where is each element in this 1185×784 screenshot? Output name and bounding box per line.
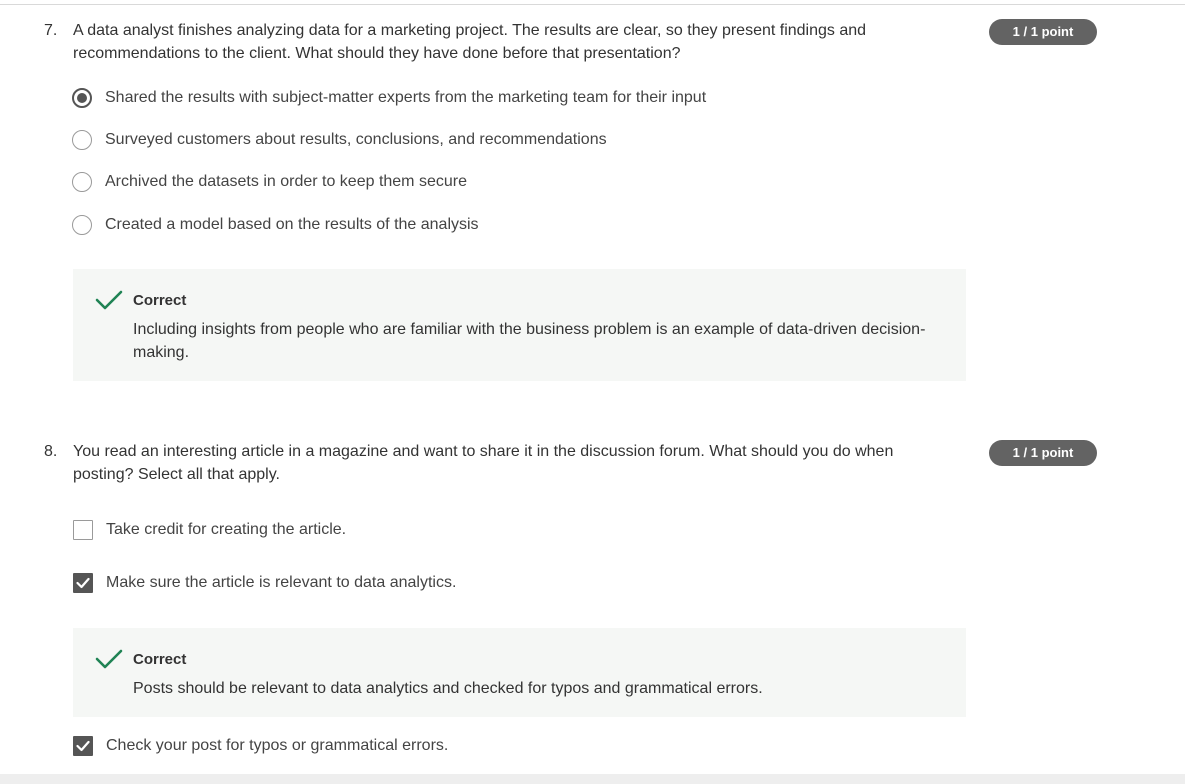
q8-option-2[interactable]: Make sure the article is relevant to dat… [73, 571, 456, 595]
question-8-points-badge: 1 / 1 point [989, 440, 1097, 466]
q8-feedback-title: Correct [133, 651, 187, 668]
question-8-text: You read an interesting article in a mag… [73, 443, 894, 483]
q7-option-2-label: Surveyed customers about results, conclu… [105, 131, 607, 148]
checkbox-checked-icon[interactable] [73, 573, 93, 593]
question-7-text: A data analyst finishes analyzing data f… [73, 22, 867, 62]
q7-option-3[interactable]: Archived the datasets in order to keep t… [72, 170, 467, 194]
question-7-number: 7. [44, 22, 58, 39]
q8-option-1-label: Take credit for creating the article. [106, 521, 347, 538]
radio-icon[interactable] [72, 130, 92, 150]
q8-feedback-panel: Correct Posts should be relevant to data… [73, 628, 966, 717]
q7-option-3-label: Archived the datasets in order to keep t… [105, 173, 467, 190]
radio-icon[interactable] [72, 172, 92, 192]
checkbox-icon[interactable] [73, 520, 93, 540]
bottom-bar [0, 774, 1185, 784]
radio-icon[interactable] [72, 215, 92, 235]
q8-option-3[interactable]: Check your post for typos or grammatical… [73, 734, 448, 758]
q8-option-3-label: Check your post for typos or grammatical… [106, 737, 449, 754]
q8-option-1[interactable]: Take credit for creating the article. [73, 518, 346, 542]
checkmark-icon [95, 290, 123, 310]
q8-option-2-label: Make sure the article is relevant to dat… [106, 574, 457, 591]
question-7-points-badge: 1 / 1 point [989, 19, 1097, 45]
q7-feedback-panel: Correct Including insights from people w… [73, 269, 966, 381]
question-8-number: 8. [44, 443, 58, 460]
q8-feedback-text: Posts should be relevant to data analyti… [133, 680, 763, 697]
quiz-results-page: 7. A data analyst finishes analyzing dat… [0, 0, 1185, 784]
q7-feedback-title: Correct [133, 292, 187, 309]
checkmark-icon [95, 649, 123, 669]
q7-option-4-label: Created a model based on the results of … [105, 216, 479, 233]
q7-option-2[interactable]: Surveyed customers about results, conclu… [72, 128, 607, 152]
q7-option-4[interactable]: Created a model based on the results of … [72, 213, 479, 237]
top-divider [0, 4, 1185, 5]
checkbox-checked-icon[interactable] [73, 736, 93, 756]
q7-feedback-text: Including insights from people who are f… [133, 321, 926, 361]
radio-selected-icon[interactable] [72, 88, 92, 108]
q7-option-1-label: Shared the results with subject-matter e… [105, 89, 707, 106]
q7-option-1[interactable]: Shared the results with subject-matter e… [72, 86, 706, 110]
